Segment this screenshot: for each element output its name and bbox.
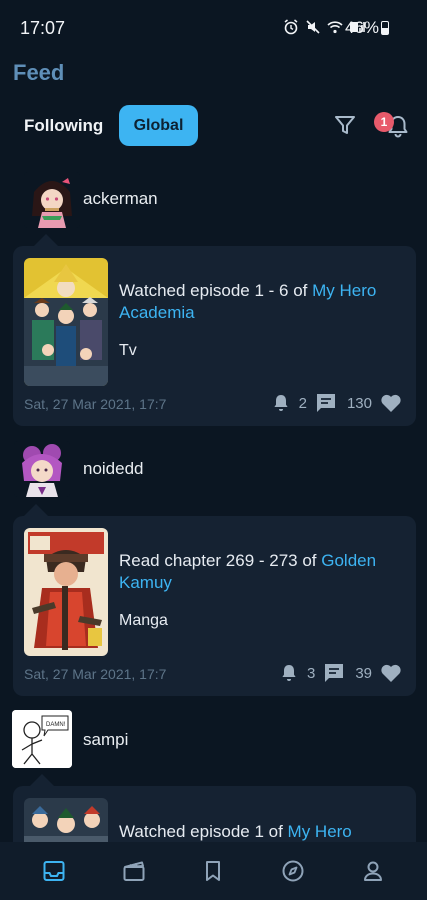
activity-text: Watched episode 1 of My Hero [119, 821, 404, 843]
heart-icon[interactable] [380, 663, 402, 683]
media-type: Tv [119, 342, 137, 359]
activity-action: Watched episode 1 of [119, 822, 288, 841]
card-pointer [24, 504, 48, 516]
tab-global[interactable]: Global [119, 105, 198, 146]
avatar[interactable] [14, 441, 70, 497]
notification-badge: 1 [374, 112, 394, 132]
media-cover[interactable] [24, 528, 108, 656]
reply-count: 2 [298, 394, 307, 412]
nav-profile[interactable] [353, 851, 393, 891]
activity-date: Sat, 27 Mar 2021, 17:7 [24, 396, 167, 412]
status-bar: 17:07 46% [0, 0, 427, 54]
comment-icon[interactable] [315, 392, 337, 414]
username[interactable]: sampi [83, 730, 128, 750]
mute-icon [306, 20, 320, 34]
bottom-navigation [0, 842, 427, 900]
bookmark-icon[interactable] [201, 859, 225, 883]
media-title-link[interactable]: My Hero [288, 822, 352, 841]
activity-text: Watched episode 1 - 6 of My Hero Academi… [119, 280, 404, 324]
avatar[interactable] [24, 172, 80, 228]
card-actions: 2 130 [271, 392, 402, 414]
feed-screen: 17:07 46% Feed Following Global 1 ackerm… [0, 0, 427, 900]
activity-date: Sat, 27 Mar 2021, 17:7 [24, 666, 167, 682]
page-title: Feed [13, 60, 65, 85]
username[interactable]: noidedd [83, 459, 144, 479]
media-cover[interactable] [24, 258, 108, 386]
compass-icon[interactable] [281, 859, 305, 883]
username[interactable]: ackerman [83, 189, 158, 209]
nav-feed[interactable] [34, 851, 74, 891]
reply-count: 3 [306, 664, 316, 682]
card-actions: 3 39 [279, 662, 402, 684]
like-count: 39 [355, 664, 372, 682]
film-icon[interactable] [122, 859, 146, 883]
activity-card[interactable]: Watched episode 1 - 6 of My Hero Academi… [13, 246, 416, 426]
subscribe-bell-icon[interactable] [271, 393, 291, 413]
subscribe-bell-icon[interactable] [279, 663, 299, 683]
battery-icon [381, 21, 389, 35]
activity-action: Read chapter 269 - 273 of [119, 551, 322, 570]
nav-anime[interactable] [114, 851, 154, 891]
status-time: 17:07 [20, 18, 66, 38]
filter-icon[interactable] [334, 114, 356, 136]
activity-card[interactable]: Read chapter 269 - 273 of Golden Kamuy M… [13, 516, 416, 696]
media-type: Manga [119, 612, 168, 629]
wifi-icon [327, 21, 343, 34]
inbox-icon[interactable] [42, 859, 66, 883]
like-count: 130 [346, 394, 372, 412]
profile-icon[interactable] [361, 859, 385, 883]
avatar-caption: DAMN! [46, 722, 66, 728]
card-pointer [30, 774, 54, 786]
tab-following[interactable]: Following [24, 116, 103, 136]
heart-icon[interactable] [380, 393, 402, 413]
battery-percentage: 46% [344, 18, 379, 37]
alarm-icon [284, 19, 298, 35]
nav-bookmarks[interactable] [193, 851, 233, 891]
activity-text: Read chapter 269 - 273 of Golden Kamuy [119, 550, 404, 594]
nav-explore[interactable] [273, 851, 313, 891]
comment-icon[interactable] [323, 662, 345, 684]
activity-action: Watched episode 1 - 6 of [119, 281, 313, 300]
card-pointer [34, 234, 58, 246]
avatar[interactable]: DAMN! [12, 710, 72, 768]
